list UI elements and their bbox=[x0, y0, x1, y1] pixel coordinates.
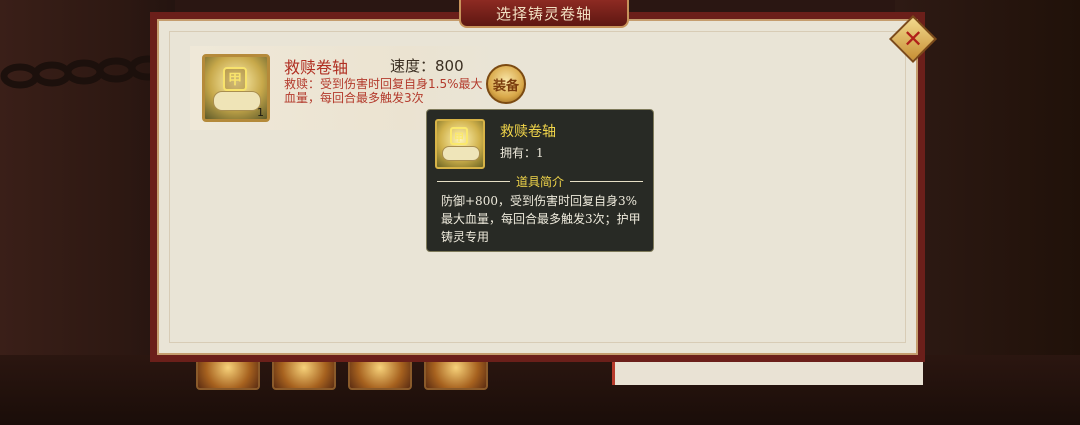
scroll-icon[interactable]: 甲 1 bbox=[202, 54, 270, 122]
tooltip-section-title: 道具简介 bbox=[516, 174, 565, 189]
tooltip-owned-count: 拥有：1 bbox=[500, 146, 544, 160]
item-name: 救赎卷轴 bbox=[284, 58, 349, 77]
divider-line bbox=[570, 180, 644, 182]
item-description: 救赎：受到伤害时回复自身1.5%最大血量，每回合最多触发3次 bbox=[284, 77, 483, 105]
chain-decoration bbox=[0, 55, 168, 89]
scroll-icon-paper bbox=[213, 91, 261, 111]
close-icon: ✕ bbox=[902, 25, 924, 53]
tooltip-item-name: 救赎卷轴 bbox=[500, 124, 556, 140]
tooltip-description: 防御+800，受到伤害时回复自身3%最大血量，每回合最多触发3次；护甲铸灵专用 bbox=[441, 194, 641, 244]
dialog-title-tab: 选择铸灵卷轴 bbox=[459, 0, 629, 28]
equip-button-label: 装备 bbox=[492, 78, 519, 94]
divider-line bbox=[437, 180, 510, 182]
dialog-title: 选择铸灵卷轴 bbox=[495, 4, 592, 23]
scroll-icon-glyph: 甲 bbox=[223, 67, 247, 91]
tooltip-section-divider: 道具简介 bbox=[437, 173, 644, 189]
tooltip-scroll-icon-glyph: 甲 bbox=[450, 127, 468, 145]
tooltip-scroll-icon-paper bbox=[442, 146, 480, 161]
equip-button[interactable]: 装备 bbox=[486, 64, 526, 104]
item-speed: 速度：800 bbox=[390, 57, 464, 75]
item-tooltip: 甲 救赎卷轴 拥有：1 道具简介 防御+800，受到伤害时回复自身3%最大血量，… bbox=[426, 109, 654, 252]
item-count: 1 bbox=[257, 106, 264, 119]
tooltip-scroll-icon: 甲 bbox=[435, 119, 485, 169]
